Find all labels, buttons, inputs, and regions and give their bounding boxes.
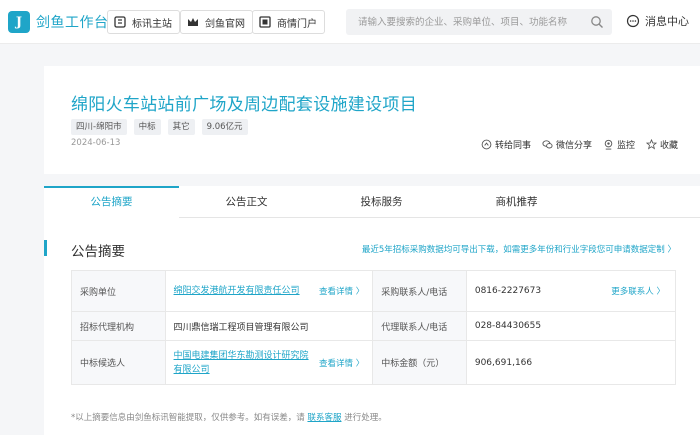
nav-button-official-site[interactable]: 剑鱼官网 <box>180 10 253 34</box>
buyer-cell: 绵阳交发港航开发有限责任公司 查看详情 〉 <box>164 270 374 312</box>
buyer-label: 采购单位 <box>71 270 166 312</box>
star-icon <box>645 139 657 150</box>
top-navigation-bar: J 剑鱼工作台 标讯主站 剑鱼官网 商情门户 消息中心 <box>0 0 700 44</box>
wechat-share-button[interactable]: 微信分享 <box>542 138 592 151</box>
status-tag: 中标 <box>133 119 161 135</box>
action-label: 收藏 <box>659 141 678 151</box>
data-export-link[interactable]: 最近5年招标采购数据均可导出下载，如需更多年份和行业字段您可申请数据定制 〉 <box>362 243 676 255</box>
disclaimer-text: *以上摘要信息由剑鱼标讯智能提取，仅供参考。如有误差，请 <box>71 413 305 423</box>
buyer-contact-label: 采购联系人/电话 <box>372 270 467 312</box>
region-tag[interactable]: 四川-绵阳市 <box>71 119 127 135</box>
action-label: 监控 <box>616 141 635 151</box>
table-row: 采购单位 绵阳交发港航开发有限责任公司 查看详情 〉 采购联系人/电话 0816… <box>71 270 677 312</box>
agency-contact-value: 028-84430655 <box>465 311 677 341</box>
contact-support-link[interactable]: 联系客服 <box>307 413 341 423</box>
project-actions: 转给同事 微信分享 监控 收藏 <box>481 138 678 151</box>
winner-link[interactable]: 中国电建集团华东勘测设计研究院有限公司 <box>174 349 314 377</box>
disclaimer-suffix: 进行处理。 <box>344 413 387 423</box>
amount-value: 906,691,166 <box>465 340 677 385</box>
section-accent-bar <box>44 240 47 256</box>
tab-bidding-service[interactable]: 投标服务 <box>314 186 449 217</box>
nav-button-label: 标讯主站 <box>132 18 172 30</box>
nav-button-label: 剑鱼官网 <box>205 18 245 30</box>
search-icon[interactable] <box>590 15 604 29</box>
logo-mark-icon: J <box>8 11 30 33</box>
nav-button-business-portal[interactable]: 商情门户 <box>252 10 325 34</box>
forward-to-colleague-button[interactable]: 转给同事 <box>481 138 531 151</box>
tab-opportunity-recommend[interactable]: 商机推荐 <box>449 186 584 217</box>
share-icon <box>481 139 492 150</box>
agency-value: 四川鼎信瑞工程项目管理有限公司 <box>164 311 374 341</box>
summary-table: 采购单位 绵阳交发港航开发有限责任公司 查看详情 〉 采购联系人/电话 0816… <box>71 270 677 385</box>
message-center-button[interactable]: 消息中心 <box>626 13 689 29</box>
monitor-icon <box>604 139 613 150</box>
tab-summary[interactable]: 公告摘要 <box>44 186 179 218</box>
amount-tag: 9.06亿元 <box>201 119 248 135</box>
project-tags: 四川-绵阳市 中标 其它 9.06亿元 <box>71 119 248 135</box>
agency-label: 招标代理机构 <box>71 311 166 341</box>
crown-icon <box>188 18 198 26</box>
table-row: 中标候选人 中国电建集团华东勘测设计研究院有限公司 查看详情 〉 中标金额（元）… <box>71 340 677 385</box>
nav-button-label: 商情门户 <box>277 18 317 30</box>
buyer-link[interactable]: 绵阳交发港航开发有限责任公司 <box>174 284 314 298</box>
page-title: 绵阳火车站站前广场及周边配套设施建设项目 <box>71 95 417 115</box>
chat-icon <box>626 14 640 28</box>
message-center-label: 消息中心 <box>645 15 689 28</box>
publish-date: 2024-06-13 <box>71 138 121 148</box>
book-icon <box>114 16 126 28</box>
winner-label: 中标候选人 <box>71 340 166 385</box>
action-label: 微信分享 <box>555 141 592 151</box>
wechat-icon <box>542 140 553 149</box>
more-contacts-link[interactable]: 更多联系人 〉 <box>611 285 665 297</box>
table-row: 招标代理机构 四川鼎信瑞工程项目管理有限公司 代理联系人/电话 028-8443… <box>71 311 677 341</box>
disclaimer: *以上摘要信息由剑鱼标讯智能提取，仅供参考。如有误差，请 联系客服 进行处理。 <box>71 411 387 423</box>
portal-icon <box>259 16 271 28</box>
tab-notice-text[interactable]: 公告正文 <box>179 186 314 217</box>
content-tabs: 公告摘要 公告正文 投标服务 商机推荐 <box>44 186 700 218</box>
brand-logo[interactable]: J 剑鱼工作台 <box>8 10 109 34</box>
nav-button-bid-main-site[interactable]: 标讯主站 <box>107 10 180 34</box>
buyer-detail-link[interactable]: 查看详情 〉 <box>319 285 364 297</box>
summary-panel: 公告摘要 最近5年招标采购数据均可导出下载，如需更多年份和行业字段您可申请数据定… <box>44 218 700 435</box>
search-input[interactable] <box>346 9 582 35</box>
buyer-contact-cell: 0816-2227673 更多联系人 〉 <box>465 270 677 312</box>
project-header-card: 绵阳火车站站前广场及周边配套设施建设项目 四川-绵阳市 中标 其它 9.06亿元… <box>44 66 700 174</box>
category-tag: 其它 <box>167 119 195 135</box>
section-title: 公告摘要 <box>71 244 125 260</box>
buyer-contact-value: 0816-2227673 <box>474 286 542 296</box>
monitor-button[interactable]: 监控 <box>603 138 635 151</box>
favorite-button[interactable]: 收藏 <box>645 138 678 151</box>
global-search <box>346 9 612 35</box>
action-label: 转给同事 <box>494 141 531 151</box>
agency-contact-label: 代理联系人/电话 <box>372 311 467 341</box>
winner-detail-link[interactable]: 查看详情 〉 <box>319 357 364 369</box>
amount-label: 中标金额（元） <box>372 340 467 385</box>
winner-cell: 中国电建集团华东勘测设计研究院有限公司 查看详情 〉 <box>164 340 374 385</box>
brand-name: 剑鱼工作台 <box>36 15 109 31</box>
